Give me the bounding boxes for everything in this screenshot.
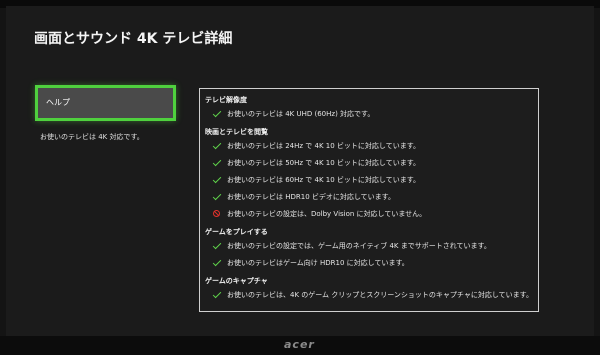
list-item: お使いのテレビは 60Hz で 4K 10 ビットに対応しています。 [205, 171, 538, 188]
item-text: お使いのテレビはゲーム向け HDR10 に対応しています。 [227, 258, 409, 267]
check-icon [212, 157, 227, 166]
list-item: お使いのテレビは HDR10 ビデオに対応しています。 [205, 188, 538, 205]
details-panel[interactable]: テレビ解像度 お使いのテレビは 4K UHD (60Hz) 対応です。 映画とテ… [199, 88, 539, 312]
item-text: お使いのテレビは 4K UHD (60Hz) 対応です。 [227, 109, 375, 118]
list-item: お使いのテレビは、4K のゲーム クリップとスクリーンショットのキャプチャに対応… [205, 286, 538, 303]
check-icon [212, 257, 227, 266]
item-text: お使いのテレビは 60Hz で 4K 10 ビットに対応しています。 [227, 175, 421, 184]
list-item: お使いのテレビは 50Hz で 4K 10 ビットに対応しています。 [205, 154, 538, 171]
item-text: お使いのテレビは HDR10 ビデオに対応しています。 [227, 192, 395, 201]
page-title: 画面とサウンド 4K テレビ詳細 [34, 31, 233, 47]
check-icon [212, 240, 227, 249]
no-entry-icon [213, 210, 227, 217]
monitor-brand-logo: acer [284, 338, 315, 351]
help-button-label: ヘルプ [46, 98, 70, 107]
list-item: お使いのテレビの設定では、ゲーム用のネイティブ 4K までサポートされています。 [205, 237, 538, 254]
item-text: お使いのテレビの設定は、Dolby Vision に対応していません。 [227, 209, 427, 218]
check-icon [212, 191, 227, 200]
list-item: お使いのテレビは 4K UHD (60Hz) 対応です。 [205, 105, 538, 122]
item-text: お使いのテレビは 50Hz で 4K 10 ビットに対応しています。 [227, 158, 421, 167]
help-button[interactable]: ヘルプ [35, 85, 176, 121]
check-icon [212, 289, 227, 298]
check-icon [212, 140, 227, 149]
section-title-capture: ゲームのキャプチャ [205, 277, 268, 285]
item-text: お使いのテレビは、4K のゲーム クリップとスクリーンショットのキャプチャに対応… [227, 290, 533, 299]
list-item: お使いのテレビは 24Hz で 4K 10 ビットに対応しています。 [205, 137, 538, 154]
check-icon [212, 174, 227, 183]
section-title-gaming: ゲームをプレイする [205, 228, 268, 236]
list-item: お使いのテレビはゲーム向け HDR10 に対応しています。 [205, 254, 538, 271]
help-description: お使いのテレビは 4K 対応です。 [40, 133, 144, 141]
section-title-resolution: テレビ解像度 [205, 96, 247, 104]
item-text: お使いのテレビの設定では、ゲーム用のネイティブ 4K までサポートされています。 [227, 241, 491, 250]
item-text: お使いのテレビは 24Hz で 4K 10 ビットに対応しています。 [227, 141, 421, 150]
section-title-movies-tv: 映画とテレビを閲覧 [205, 128, 268, 136]
list-item: お使いのテレビの設定は、Dolby Vision に対応していません。 [205, 205, 538, 222]
check-icon [212, 108, 227, 117]
